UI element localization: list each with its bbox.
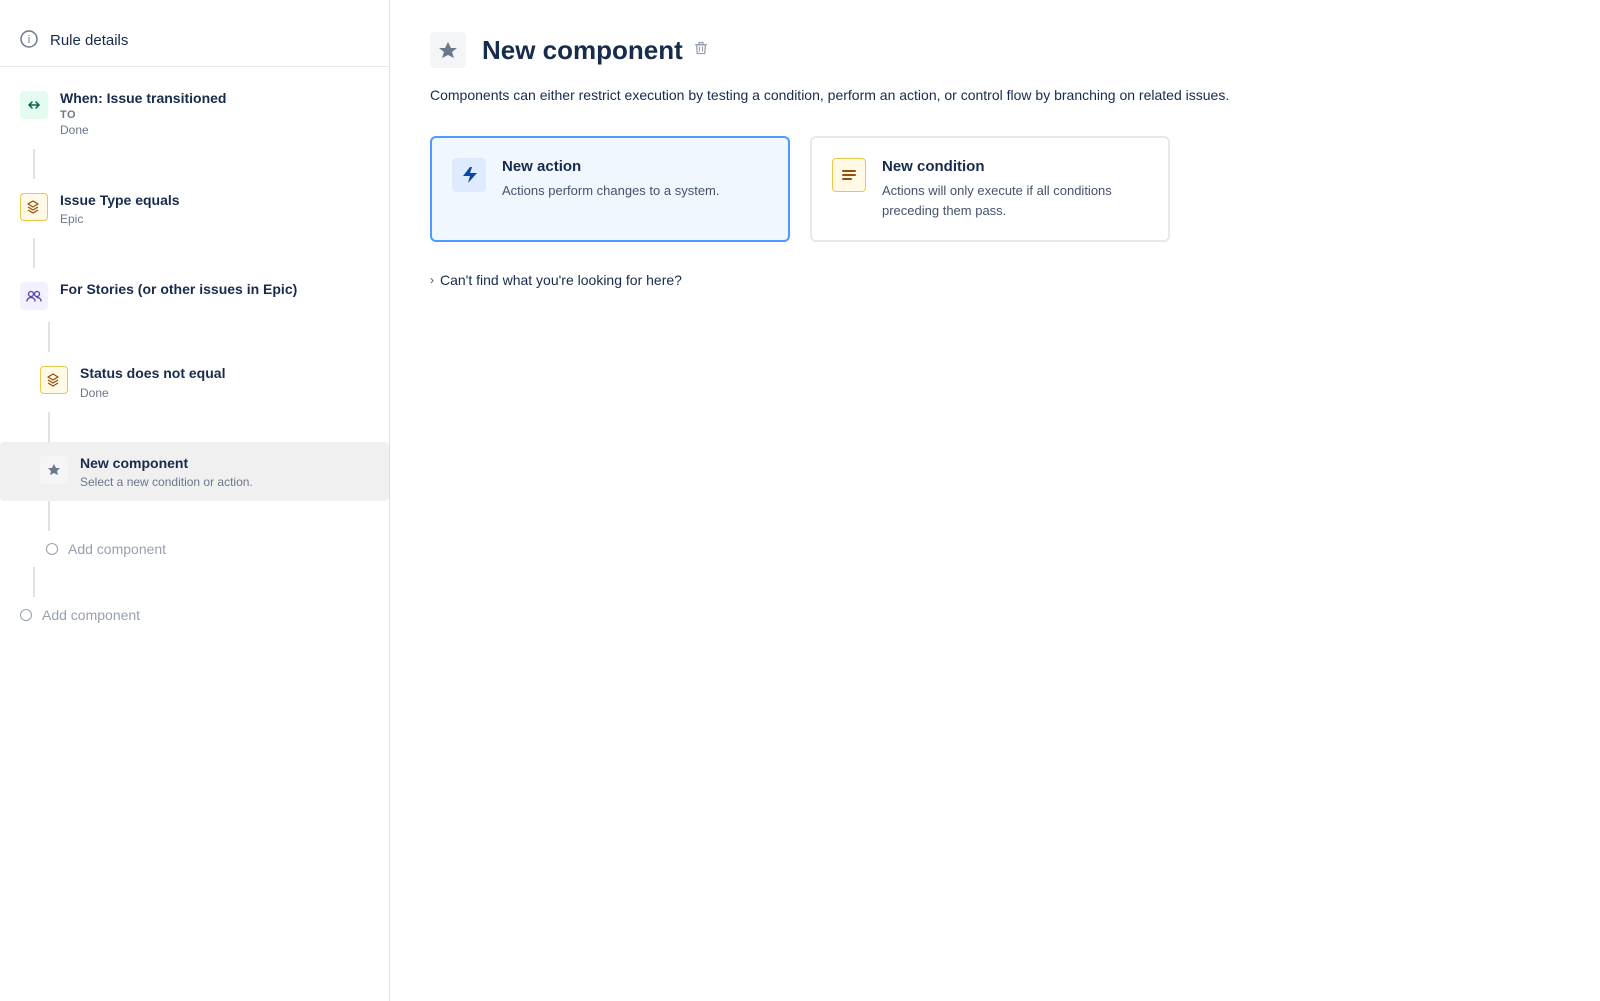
- new-component-subtitle: Select a new condition or action.: [80, 475, 369, 489]
- when-trigger-icon: [20, 91, 48, 119]
- status-icon: [40, 366, 68, 394]
- new-action-text: New action Actions perform changes to a …: [502, 158, 719, 201]
- status-text: Status does not equal Done: [80, 364, 369, 400]
- when-trigger-subtitle-label: TO: [60, 109, 369, 121]
- new-action-desc: Actions perform changes to a system.: [502, 181, 719, 201]
- new-condition-card[interactable]: New condition Actions will only execute …: [810, 136, 1170, 242]
- when-trigger-text: When: Issue transitioned TO Done: [60, 89, 369, 137]
- delete-icon[interactable]: [693, 40, 709, 61]
- main-header-icon: [430, 32, 466, 68]
- sidebar-header: i Rule details: [0, 20, 389, 67]
- sidebar-item-new-component[interactable]: New component Select a new condition or …: [0, 442, 389, 502]
- main-content: New component Components can either rest…: [390, 0, 1600, 1001]
- new-action-card[interactable]: New action Actions perform changes to a …: [430, 136, 790, 242]
- main-description: Components can either restrict execution…: [430, 84, 1260, 106]
- issue-type-icon: [20, 193, 48, 221]
- new-component-title: New component: [80, 454, 369, 474]
- cant-find-text: Can't find what you're looking for here?: [440, 272, 682, 288]
- cant-find-link[interactable]: › Can't find what you're looking for her…: [430, 272, 1560, 288]
- issue-type-text: Issue Type equals Epic: [60, 191, 369, 227]
- new-condition-text: New condition Actions will only execute …: [882, 158, 1148, 220]
- add-dot-icon-2: [20, 609, 32, 621]
- svg-text:i: i: [28, 34, 30, 46]
- chevron-right-icon: ›: [430, 273, 434, 287]
- new-component-icon: [40, 456, 68, 484]
- info-icon: i: [20, 30, 40, 50]
- issue-type-title: Issue Type equals: [60, 191, 369, 211]
- main-header: New component: [430, 32, 1560, 68]
- for-stories-title: For Stories (or other issues in Epic): [60, 280, 369, 300]
- status-subtitle: Done: [80, 386, 369, 400]
- sidebar-item-when-trigger[interactable]: When: Issue transitioned TO Done: [0, 77, 389, 149]
- sidebar-title: Rule details: [50, 32, 128, 49]
- card-grid: New action Actions perform changes to a …: [430, 136, 1560, 242]
- add-component-label-2: Add component: [42, 607, 140, 623]
- status-title: Status does not equal: [80, 364, 369, 384]
- sidebar: i Rule details When: Issue transitioned …: [0, 0, 390, 1001]
- sidebar-item-issue-type[interactable]: Issue Type equals Epic: [0, 179, 389, 239]
- when-trigger-subtitle: Done: [60, 123, 369, 137]
- connector-3: [48, 322, 50, 352]
- for-stories-text: For Stories (or other issues in Epic): [60, 280, 369, 300]
- new-condition-title: New condition: [882, 158, 1148, 175]
- connector-5: [48, 501, 50, 531]
- sidebar-item-for-stories[interactable]: For Stories (or other issues in Epic): [0, 268, 389, 322]
- for-stories-icon: [20, 282, 48, 310]
- connector-1: [33, 149, 35, 179]
- new-action-title: New action: [502, 158, 719, 175]
- add-component-button-1[interactable]: Add component: [0, 531, 389, 567]
- sidebar-item-status[interactable]: Status does not equal Done: [0, 352, 389, 412]
- issue-type-subtitle: Epic: [60, 212, 369, 226]
- connector-6: [33, 567, 35, 597]
- main-title-row: New component: [482, 35, 709, 66]
- new-action-icon: [452, 158, 486, 192]
- when-trigger-title: When: Issue transitioned: [60, 89, 369, 109]
- main-title: New component: [482, 35, 683, 66]
- connector-2: [33, 238, 35, 268]
- new-condition-icon: [832, 158, 866, 192]
- add-dot-icon-1: [46, 543, 58, 555]
- add-component-button-2[interactable]: Add component: [0, 597, 389, 633]
- add-component-label-1: Add component: [68, 541, 166, 557]
- connector-4: [48, 412, 50, 442]
- new-component-text: New component Select a new condition or …: [80, 454, 369, 490]
- new-condition-desc: Actions will only execute if all conditi…: [882, 181, 1148, 220]
